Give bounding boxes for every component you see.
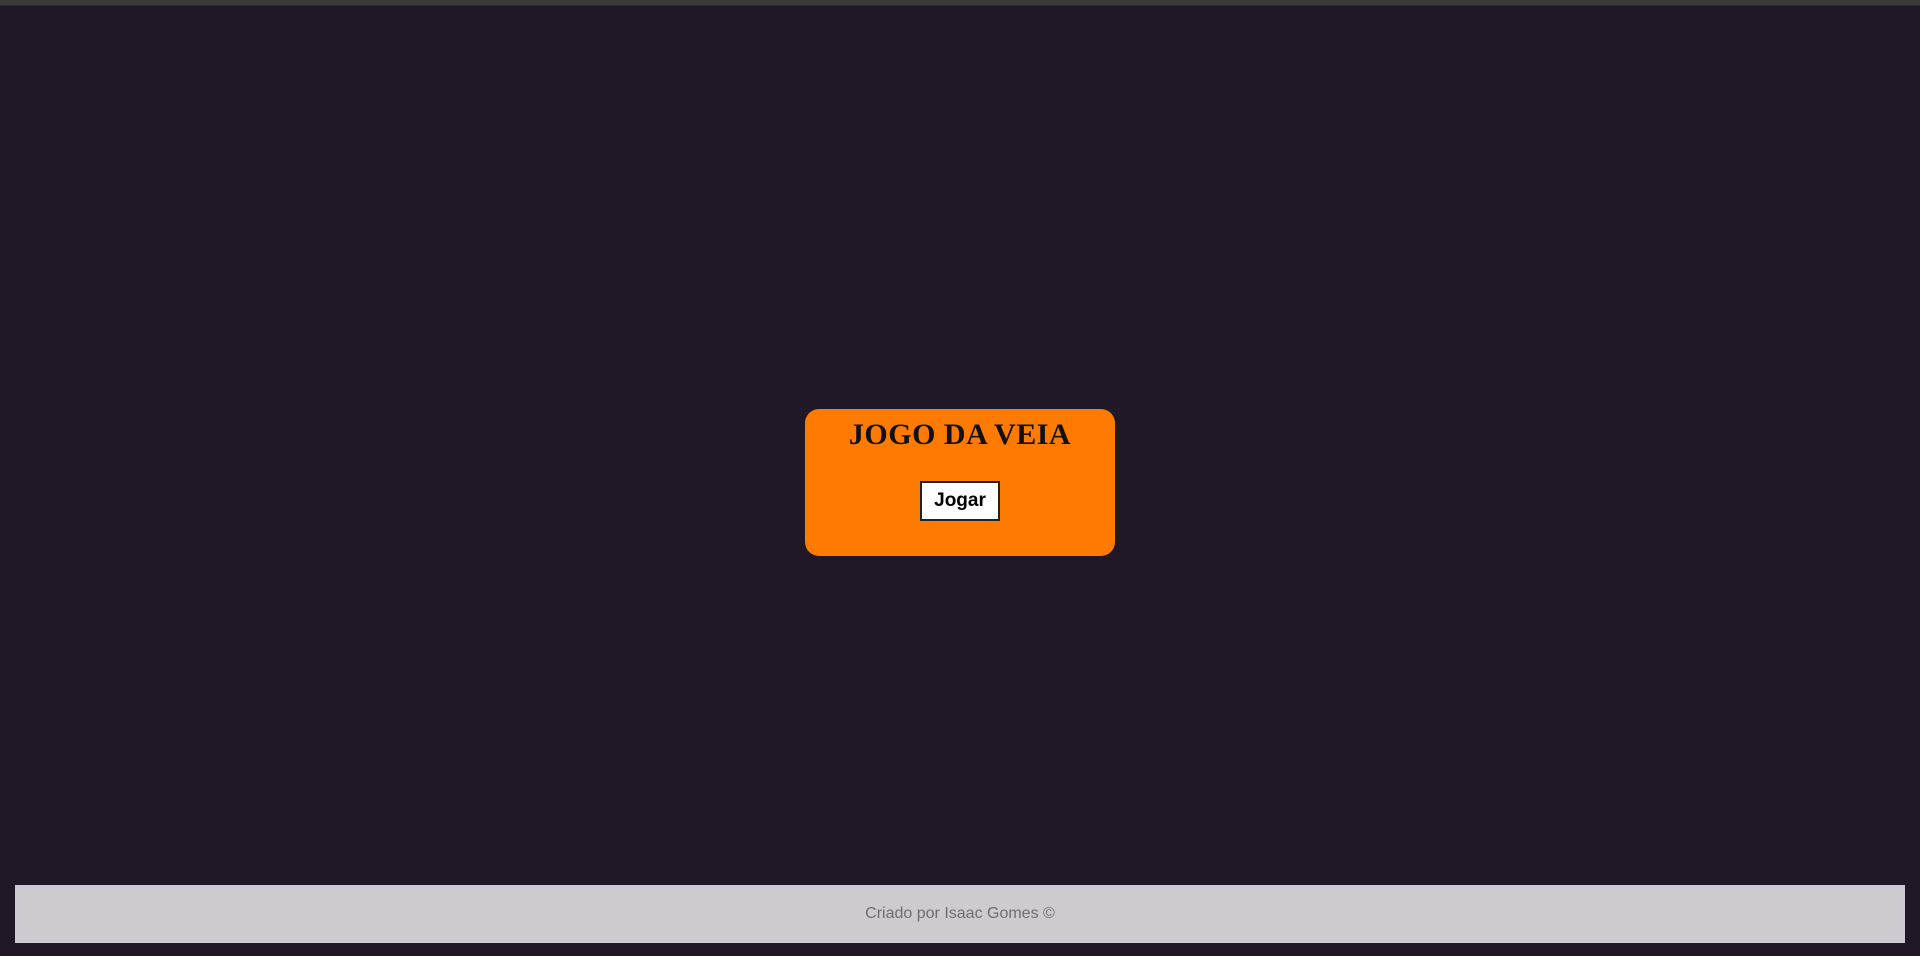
game-title: JOGO DA VEIA bbox=[848, 418, 1072, 451]
play-button[interactable]: Jogar bbox=[920, 481, 1000, 521]
window-top-strip bbox=[0, 0, 1920, 6]
footer: Criado por Isaac Gomes © bbox=[15, 885, 1905, 943]
game-menu-card: JOGO DA VEIA Jogar bbox=[805, 409, 1115, 556]
footer-credit: Criado por Isaac Gomes © bbox=[865, 905, 1055, 922]
